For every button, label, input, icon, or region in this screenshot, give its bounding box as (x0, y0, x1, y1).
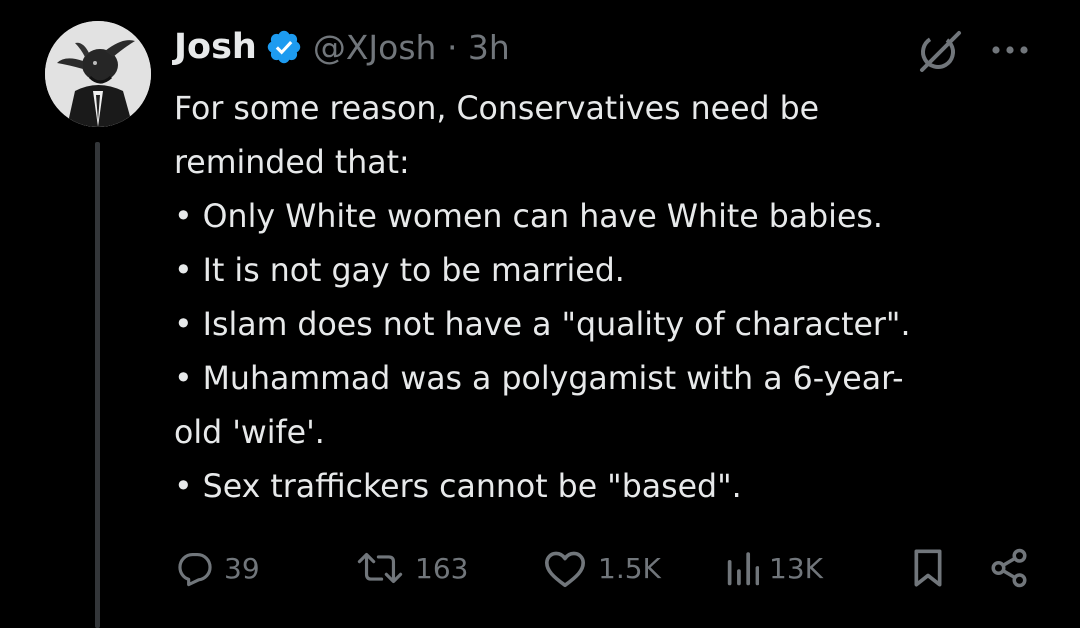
repost-button[interactable]: 163 (355, 540, 468, 596)
tweet-text-line: old 'wife'. (174, 415, 325, 451)
views-button[interactable]: 13K (725, 540, 823, 596)
author-name[interactable]: Josh (174, 27, 257, 67)
tweet-text-line: For some reason, Conservatives need be (174, 91, 820, 127)
bookmark-button[interactable] (910, 540, 946, 596)
repost-count: 163 (415, 551, 469, 585)
tweet-text-line: • Only White women can have White babies… (174, 199, 883, 235)
tweet-text-line: • Muhammad was a polygamist with a 6-yea… (174, 361, 904, 397)
like-count: 1.5K (598, 551, 661, 585)
like-button[interactable]: 1.5K (542, 540, 661, 596)
views-count: 13K (769, 551, 823, 585)
like-icon (544, 551, 585, 588)
avatar[interactable] (45, 21, 151, 127)
tweet-text-line: reminded that: (174, 145, 410, 181)
tweet-action-bar: 39 163 1.5K 13K (0, 540, 1080, 596)
tweet-text-line: • Islam does not have a "quality of char… (174, 307, 911, 343)
avatar-image (45, 21, 151, 127)
share-icon (991, 548, 1027, 588)
verified-badge-icon[interactable] (265, 28, 303, 66)
views-icon (727, 552, 759, 586)
bookmark-icon (914, 549, 942, 587)
handle-and-time[interactable]: @XJosh · 3h (313, 28, 510, 67)
share-button[interactable] (988, 540, 1030, 596)
reply-icon (178, 552, 212, 587)
repost-icon (357, 552, 403, 584)
reply-button[interactable]: 39 (176, 540, 260, 596)
tweet-text-line: • It is not gay to be married. (174, 253, 625, 289)
tweet-text-line: • Sex traffickers cannot be "based". (174, 469, 742, 505)
reply-count: 39 (224, 551, 260, 585)
tweet-text: For some reason, Conservatives need be r… (174, 82, 1034, 514)
tweet-header: Josh @XJosh · 3h (174, 24, 510, 70)
grok-icon[interactable] (913, 24, 965, 76)
more-options-icon[interactable] (988, 36, 1032, 64)
